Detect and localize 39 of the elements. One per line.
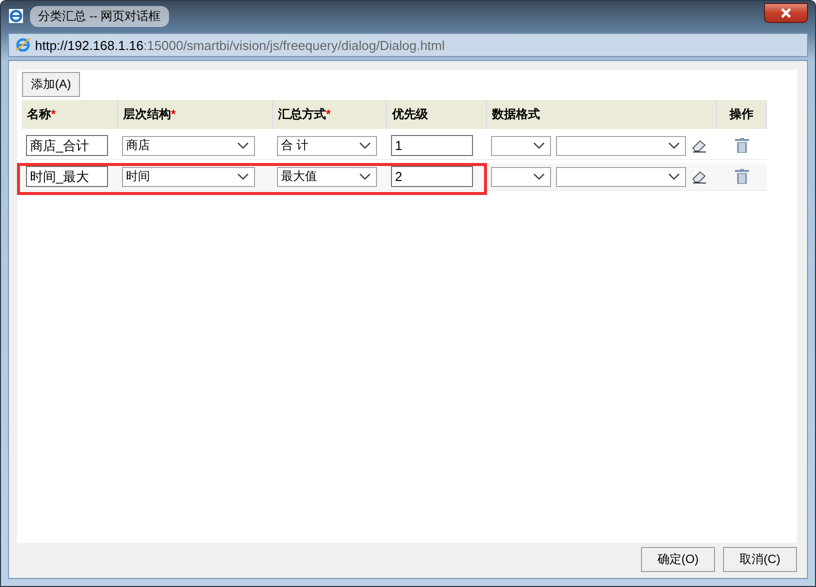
column-header: 优先级 — [387, 100, 487, 129]
dialog-button[interactable]: 确定(O) — [641, 547, 715, 572]
chevron-down-icon — [359, 142, 371, 149]
eraser-icon[interactable] — [691, 170, 707, 184]
chevron-down-icon — [237, 142, 249, 149]
trash-icon[interactable] — [735, 169, 749, 184]
close-button[interactable] — [764, 3, 808, 23]
column-header: 数据格式 — [487, 100, 717, 129]
hierarchy-dropdown[interactable]: 时间 — [122, 166, 255, 186]
chevron-down-icon — [668, 173, 680, 180]
summary-dropdown[interactable]: 最大值 — [277, 166, 377, 186]
summary-dropdown[interactable]: 合 计 — [277, 136, 377, 156]
column-header: 操作 — [717, 100, 767, 129]
format-dropdown[interactable] — [556, 166, 686, 186]
browser-icon — [15, 37, 31, 53]
chevron-down-icon — [237, 173, 249, 180]
priority-field[interactable]: 2 — [391, 166, 473, 187]
column-header: 名称* — [22, 100, 118, 129]
column-header: 层次结构* — [118, 100, 273, 129]
chevron-down-icon — [533, 173, 545, 180]
column-header: 汇总方式* — [273, 100, 387, 129]
name-field[interactable]: 时间_最大 — [26, 166, 108, 187]
format-dropdown[interactable] — [556, 136, 686, 156]
priority-field[interactable]: 1 — [391, 135, 473, 156]
url-text: http://192.168.1.16:15000/smartbi/vision/js/freequery/dialog/Dialog.html — [35, 38, 445, 52]
browser-icon — [8, 8, 24, 24]
format-dropdown[interactable] — [491, 136, 551, 156]
trash-icon[interactable] — [735, 138, 749, 153]
hierarchy-dropdown[interactable]: 商店 — [122, 136, 255, 156]
window-title: 分类汇总 -- 网页对话框 — [30, 6, 169, 26]
eraser-icon[interactable] — [691, 138, 707, 152]
format-dropdown[interactable] — [491, 166, 551, 186]
chevron-down-icon — [668, 142, 680, 149]
dialog-button[interactable]: 取消(C) — [723, 547, 797, 572]
chevron-down-icon — [359, 173, 371, 180]
add-button[interactable]: 添加(A) — [22, 72, 80, 97]
close-icon — [780, 8, 792, 18]
name-field[interactable]: 商店_合计 — [26, 135, 108, 156]
chevron-down-icon — [533, 142, 545, 149]
